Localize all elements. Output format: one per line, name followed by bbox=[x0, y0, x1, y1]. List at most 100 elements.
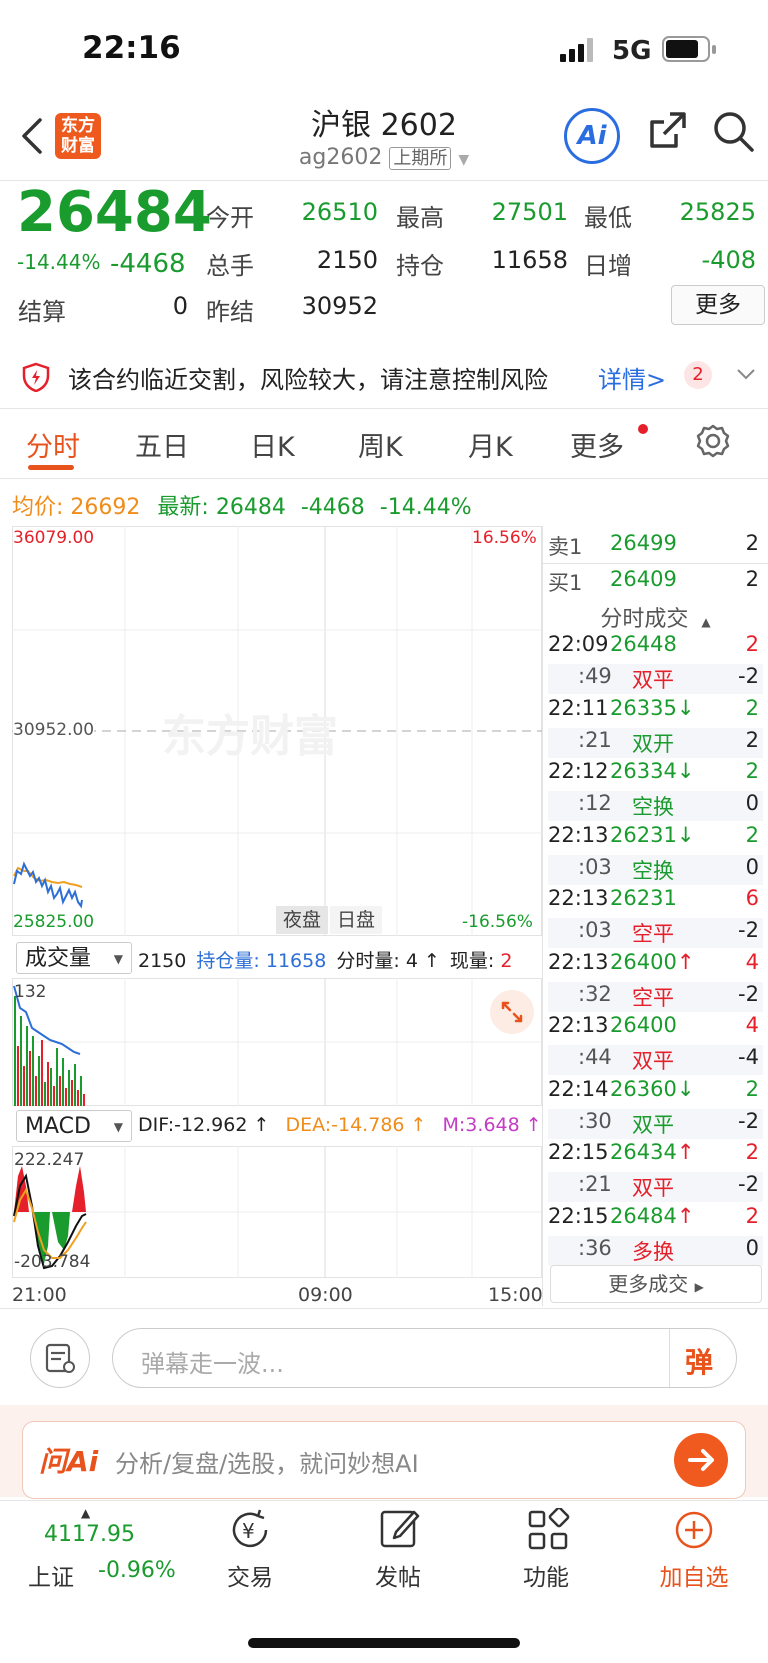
divider bbox=[0, 1308, 768, 1309]
network-label: 5G bbox=[612, 36, 652, 66]
latest-change: -4468 bbox=[300, 495, 365, 520]
macd-chart[interactable] bbox=[12, 1146, 542, 1278]
tick-direction-arrow: ↑ bbox=[676, 1203, 695, 1228]
index-change[interactable]: -0.96% bbox=[98, 1558, 176, 1583]
tick-price: 26360↓ bbox=[610, 1077, 694, 1101]
tick-detail-row: :49 双平 -2 bbox=[548, 664, 763, 694]
danmu-list-button[interactable] bbox=[30, 1328, 90, 1388]
tab-intraday[interactable]: 分时 bbox=[26, 425, 80, 464]
tick-seconds: :49 bbox=[578, 664, 612, 688]
tick-type: 双平 bbox=[632, 1049, 674, 1073]
more-button[interactable]: 更多 bbox=[671, 285, 765, 325]
tick-direction-arrow: ↓ bbox=[676, 822, 695, 847]
macd-indicator-select[interactable]: MACD ▼ bbox=[16, 1110, 132, 1142]
add-watchlist-icon[interactable] bbox=[672, 1508, 716, 1552]
change-percent: -14.44% bbox=[17, 250, 101, 274]
tab-monthly-k[interactable]: 月K bbox=[468, 425, 513, 464]
tick-seconds: :03 bbox=[578, 854, 612, 879]
volume-indicator-select[interactable]: 成交量 ▼ bbox=[16, 942, 132, 974]
post-edit-icon[interactable] bbox=[378, 1506, 422, 1550]
prev-settle-value: 30952 bbox=[301, 292, 378, 320]
volume-bar bbox=[59, 1076, 61, 1106]
quote-value: 27501 bbox=[491, 198, 568, 226]
macd-info-line: DIF:-12.962 ↑ DEA:-14.786 ↑ M:3.648 ↑ bbox=[138, 1114, 542, 1136]
risk-warning[interactable]: 该合约临近交割，风险较大，请注意控制风险 详情> 2 bbox=[0, 340, 768, 408]
volume-bar bbox=[32, 1036, 34, 1106]
tick-type: 双平 bbox=[632, 1112, 674, 1137]
order-qty: 2 bbox=[745, 531, 759, 555]
volume-bar bbox=[29, 1051, 31, 1106]
tab-more[interactable]: 更多 bbox=[570, 425, 624, 464]
tick-seconds: :32 bbox=[578, 981, 612, 1006]
quote-value: 26510 bbox=[301, 198, 378, 226]
volume-bar bbox=[68, 1070, 70, 1106]
nav-add-watchlist[interactable]: 加自选 bbox=[644, 1558, 744, 1592]
exchange-tag: 上期所 bbox=[389, 147, 452, 170]
arrow-up-icon: ↑ bbox=[519, 1114, 542, 1136]
tick-type: 空换 bbox=[632, 795, 674, 819]
order-price: 26499 bbox=[610, 531, 677, 555]
order-side: 卖1 bbox=[548, 535, 583, 559]
nav-post[interactable]: 发帖 bbox=[348, 1558, 448, 1592]
chart-mid-price: 30952.00 bbox=[13, 720, 95, 740]
tick-type: 双平 bbox=[632, 668, 674, 692]
shield-icon bbox=[22, 362, 50, 392]
ask-ai-input[interactable]: 问Ai 分析/复盘/选股，就问妙想AI bbox=[22, 1421, 746, 1499]
tick-type: 空换 bbox=[632, 858, 674, 883]
trade-yen-icon[interactable]: ¥ bbox=[228, 1508, 272, 1552]
svg-text:¥: ¥ bbox=[242, 1519, 255, 1543]
warning-detail-link[interactable]: 详情> bbox=[598, 360, 666, 395]
oi-value: 11658 bbox=[265, 950, 327, 972]
nav-trade[interactable]: 交易 bbox=[200, 1558, 300, 1592]
tick-time: 22:13 bbox=[548, 886, 609, 910]
order-book-row: 卖1 26499 2 bbox=[548, 531, 763, 561]
quote-label: 最高 bbox=[396, 204, 444, 232]
arrow-up-icon: ↑ bbox=[423, 950, 440, 972]
settle-label: 结算 bbox=[18, 298, 66, 326]
search-icon[interactable] bbox=[712, 110, 756, 154]
tab-five-day[interactable]: 五日 bbox=[135, 425, 189, 464]
night-session-toggle[interactable]: 夜盘 bbox=[276, 906, 328, 934]
tab-weekly-k[interactable]: 周K bbox=[358, 425, 403, 464]
tick-price: 26335↓ bbox=[610, 696, 694, 720]
volume-bar bbox=[80, 1076, 82, 1106]
ai-button[interactable]: Ai bbox=[564, 108, 620, 164]
tick-price-value: 26400 bbox=[610, 949, 677, 974]
danmu-input[interactable]: 弹幕走一波... 弹 bbox=[112, 1328, 737, 1388]
day-session-toggle[interactable]: 日盘 bbox=[330, 906, 382, 934]
tick-qty: 2 bbox=[745, 1140, 759, 1164]
arrow-right-icon bbox=[688, 1449, 714, 1471]
volume-bar bbox=[41, 1040, 43, 1106]
index-name[interactable]: 上证 bbox=[28, 1558, 74, 1592]
tab-daily-k[interactable]: 日K bbox=[250, 425, 295, 464]
tick-qty: 2 bbox=[745, 759, 759, 783]
quote-value: 25825 bbox=[679, 198, 756, 226]
tick-direction-arrow: ↓ bbox=[676, 695, 695, 720]
index-value[interactable]: 4117.95 bbox=[44, 1522, 135, 1547]
expand-button[interactable] bbox=[490, 990, 534, 1034]
minute-volume-value: 4 bbox=[405, 950, 418, 972]
settings-gear-icon[interactable] bbox=[696, 424, 730, 458]
tick-oi-change: -2 bbox=[738, 918, 759, 942]
latest-price-label: 最新: bbox=[157, 495, 209, 520]
danmu-send-button[interactable]: 弹 bbox=[685, 1341, 713, 1381]
tick-oi-change: -2 bbox=[738, 981, 759, 1006]
battery-icon bbox=[662, 36, 716, 62]
chevron-down-icon[interactable] bbox=[736, 368, 756, 382]
tick-detail-row: :32 空平 -2 bbox=[548, 981, 763, 1012]
tick-detail-row: :36 多换 0 bbox=[548, 1235, 763, 1266]
functions-grid-icon[interactable] bbox=[526, 1508, 570, 1552]
more-trades-button[interactable]: 更多成交 ▶ bbox=[550, 1265, 762, 1303]
tick-oi-change: 0 bbox=[745, 854, 759, 879]
time-axis-start: 21:00 bbox=[12, 1284, 67, 1306]
quote-label: 日增 bbox=[584, 252, 632, 280]
nav-functions[interactable]: 功能 bbox=[496, 1558, 596, 1592]
contract-code: ag2602 bbox=[298, 145, 383, 170]
ticks-header[interactable]: 分时成交 ▲ bbox=[548, 601, 763, 633]
tick-time: 22:13 bbox=[548, 949, 609, 974]
share-icon[interactable] bbox=[646, 110, 688, 152]
ask-ai-submit-button[interactable] bbox=[674, 1433, 728, 1487]
order-price: 26409 bbox=[610, 567, 677, 591]
signal-icon bbox=[560, 38, 593, 62]
volume-chart[interactable] bbox=[12, 978, 542, 1106]
